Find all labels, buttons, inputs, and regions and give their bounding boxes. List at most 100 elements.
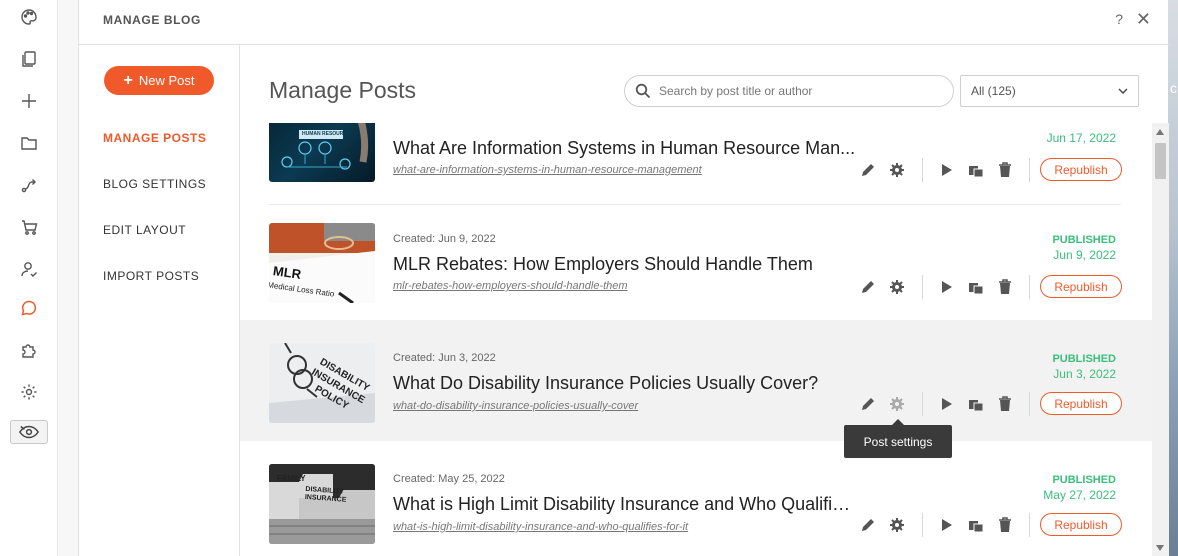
list-item[interactable]: DISABILITY INSURANCE POLICY Created: Jun… [240,320,1152,441]
post-date: Jun 9, 2022 [1053,248,1116,262]
new-post-label: New Post [138,73,195,88]
status-badge: PUBLISHED [1052,474,1116,486]
post-created: Created: Jun 9, 2022 [393,233,496,245]
thumb-caption: HUMAN RESOURCE [302,131,351,137]
post-title[interactable]: What Do Disability Insurance Policies Us… [393,373,856,394]
blog-sidebar: + New Post MANAGE POSTS BLOG SETTINGS ED… [79,45,240,556]
edit-icon[interactable] [858,277,878,297]
page-title: Manage Posts [269,77,417,103]
route-icon[interactable] [17,173,41,197]
action-divider [1029,513,1030,537]
status-badge: PUBLISHED [1052,353,1116,365]
duplicate-icon[interactable] [966,277,986,297]
modal-header: MANAGE BLOG ? ✕ [79,0,1169,45]
edit-icon[interactable] [858,394,878,414]
post-filter-select[interactable]: All (125) [960,75,1139,107]
icon-rail [0,0,58,556]
post-thumbnail: DISABILITY INSURANCE POLICY [269,343,375,423]
duplicate-icon[interactable] [966,515,986,535]
settings-icon[interactable] [17,380,41,404]
add-icon[interactable] [17,89,41,113]
post-date: Jun 17, 2022 [1046,131,1116,145]
scroll-up-arrow[interactable] [1156,129,1164,135]
action-divider [922,392,923,416]
post-created: Created: Jun 3, 2022 [393,352,496,364]
search-box[interactable] [624,75,954,107]
close-button[interactable]: ✕ [1136,9,1151,30]
edit-icon[interactable] [858,160,878,180]
post-slug[interactable]: what-do-disability-insurance-policies-us… [393,400,638,412]
user-check-icon[interactable] [17,257,41,281]
app-root: c MANAGE BLOG ? ✕ + New Post MANAGE POST… [0,0,1178,556]
action-divider [1029,158,1030,182]
trash-icon[interactable] [995,394,1015,414]
folder-icon[interactable] [17,131,41,155]
post-date: Jun 3, 2022 [1053,367,1116,381]
scrollbar[interactable] [1152,123,1169,556]
sidebar-item-import-posts[interactable]: IMPORT POSTS [103,269,199,283]
action-divider [1029,275,1030,299]
plus-icon: + [123,71,133,89]
chat-icon[interactable] [17,296,41,320]
trash-icon[interactable] [995,277,1015,297]
republish-button[interactable]: Republish [1040,513,1122,536]
post-date: May 27, 2022 [1043,488,1116,502]
pages-icon[interactable] [17,47,41,71]
sidebar-item-manage-posts[interactable]: MANAGE POSTS [103,131,206,145]
post-thumbnail: HUMAN RESOURCE [269,123,375,182]
backdrop-left [58,0,78,556]
thumb-caption: FAMILY [277,474,306,483]
help-button[interactable]: ? [1115,11,1123,27]
action-divider [1029,392,1030,416]
filter-value: All (125) [971,84,1016,98]
post-slug[interactable]: mlr-rebates-how-employers-should-handle-… [393,280,628,292]
trash-icon[interactable] [995,160,1015,180]
preview-eye-icon[interactable] [10,420,48,444]
list-item[interactable]: MLR Medical Loss Ratio Created: Jun 9, 2… [240,205,1152,326]
duplicate-icon[interactable] [966,394,986,414]
gear-icon[interactable] [887,160,907,180]
play-icon[interactable] [936,160,956,180]
search-icon [635,83,651,99]
scroll-down-arrow[interactable] [1156,545,1164,551]
post-created: Created: May 25, 2022 [393,473,505,485]
scroll-thumb[interactable] [1155,143,1166,179]
post-thumbnail: MLR Medical Loss Ratio [269,223,375,303]
search-input[interactable] [659,84,939,98]
manage-blog-modal: MANAGE BLOG ? ✕ + New Post MANAGE POSTS … [78,0,1169,556]
action-divider [922,158,923,182]
republish-button[interactable]: Republish [1040,275,1122,298]
list-item[interactable]: HUMAN RESOURCE What Are Information Syst… [240,123,1152,205]
post-title[interactable]: MLR Rebates: How Employers Should Handle… [393,254,856,275]
modal-title: MANAGE BLOG [103,13,201,27]
palette-icon[interactable] [17,5,41,29]
gear-icon[interactable] [887,277,907,297]
action-divider [922,275,923,299]
republish-button[interactable]: Republish [1040,392,1122,415]
sidebar-item-blog-settings[interactable]: BLOG SETTINGS [103,177,206,191]
edit-icon[interactable] [858,515,878,535]
list-item[interactable]: FAMILY DISABILITY INSURANCE Created: May… [240,441,1152,556]
post-title[interactable]: What is High Limit Disability Insurance … [393,494,856,515]
post-slug[interactable]: what-is-high-limit-disability-insurance-… [393,521,688,533]
chevron-down-icon [1118,88,1128,94]
new-post-button[interactable]: + New Post [104,66,214,95]
action-divider [922,513,923,537]
post-slug[interactable]: what-are-information-systems-in-human-re… [393,164,702,176]
play-icon[interactable] [936,394,956,414]
trash-icon[interactable] [995,515,1015,535]
post-title[interactable]: What Are Information Systems in Human Re… [393,138,856,159]
duplicate-icon[interactable] [966,160,986,180]
status-badge: PUBLISHED [1052,234,1116,246]
post-thumbnail: FAMILY DISABILITY INSURANCE [269,464,375,544]
play-icon[interactable] [936,277,956,297]
gear-icon[interactable] [887,394,907,414]
backdrop-right: c [1168,0,1178,556]
cart-icon[interactable] [17,215,41,239]
puzzle-icon[interactable] [17,338,41,362]
gear-icon[interactable] [887,515,907,535]
republish-button[interactable]: Republish [1040,158,1122,181]
post-list: HUMAN RESOURCE What Are Information Syst… [240,123,1152,556]
sidebar-item-edit-layout[interactable]: EDIT LAYOUT [103,223,186,237]
play-icon[interactable] [936,515,956,535]
